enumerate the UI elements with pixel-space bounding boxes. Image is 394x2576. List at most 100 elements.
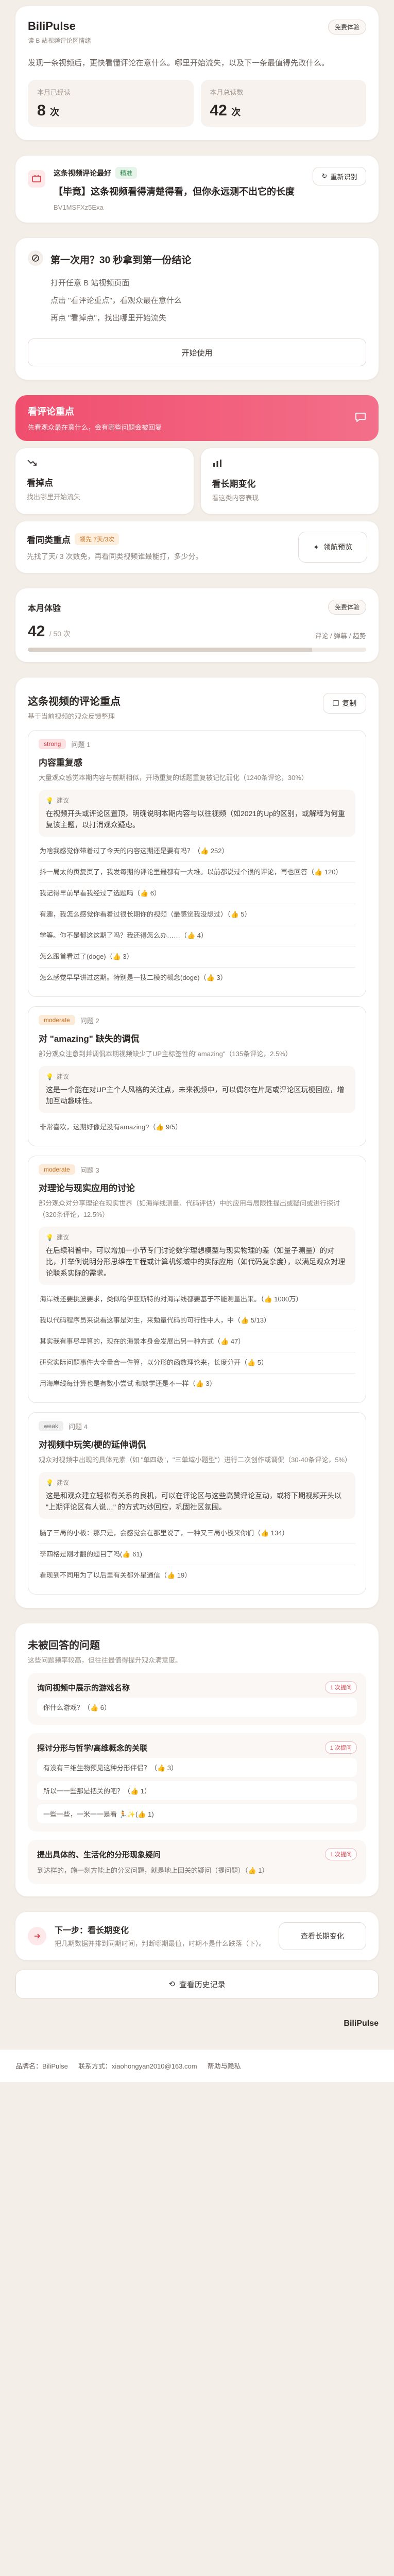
comment-row: 抖一局太的页复页了，我发每期的评论里最都有一大堆。以前都说过个很的评论，再也回答… — [39, 861, 355, 883]
refresh-icon: ↻ — [321, 172, 328, 180]
stat-label: 本月已经读 — [37, 89, 71, 96]
unanswered-card: 未被回答的问题 这些问题频率较高，但往往最值得提升观众满意度。 询问视频中展示的… — [15, 1623, 379, 1896]
suggestion-text: 这是一个能在对UP主个人风格的关注点，未来视频中，可以偶尔在片尾或评论区玩梗回应… — [46, 1086, 345, 1105]
unanswered-comment: 有没有三维生物预见这种分形伴侣？（👍 3） — [37, 1758, 357, 1777]
brand-title: BiliPulse — [28, 20, 76, 32]
lightbulb-icon: 💡 — [46, 1073, 54, 1080]
reanalyze-button[interactable]: ↻ 重新识别 — [313, 167, 366, 185]
unanswered-comment: 你什么游戏？（👍 6） — [37, 1698, 357, 1717]
start-button[interactable]: 开始使用 — [28, 338, 366, 366]
onboarding-step: 再点 "看掉点"，找出哪里开始流失 — [50, 314, 166, 323]
comment-row: 李四格是刚才翻的题目了吗(👍 61) — [39, 1544, 355, 1565]
video-tag: 精准 — [115, 167, 138, 179]
similar-focus-card: 看同类重点 领先 7天/3次 先找了天/ 3 次数免，再看同类视频谁最能打，多少分… — [15, 521, 379, 573]
comment-row: 用海岸线每计算也是有数小尝试 和数学还是不一样（👍 3） — [39, 1373, 355, 1394]
suggestion-label-row: 💡 建议 — [46, 1478, 348, 1487]
topic-description: 观众对视频中出现的具体元素（如 "单四级"，"三单域小题型"）进行二次创作或调侃… — [39, 1456, 352, 1464]
stat-value: 8 — [37, 102, 46, 119]
footer-brand: 品牌名：BiliPulse — [15, 2062, 68, 2070]
chart-icon — [212, 460, 222, 469]
suggestion-label: 建议 — [56, 1073, 69, 1080]
hero-description: 发现一条视频后，更快看懂评论在意什么。哪里开始流失，以及下一条最值得先改什么。 — [28, 59, 330, 67]
stat-unit: 次 — [231, 107, 241, 117]
feature-row: 看掉点 找出哪里开始流失 看长期变化 看这类内容表现 — [15, 448, 379, 514]
unanswered-header: 提出具体的、生活化的分形现象疑问 1 次提问 — [37, 1848, 357, 1860]
comment-focus-button[interactable]: 看评论重点 先看观众最在意什么，会有哪些问题会被回复 — [15, 395, 379, 441]
onboarding-card: 第一次用？30 秒拿到第一份结论 打开任意 B 站视频页面 点击 "看评论重点"… — [15, 238, 379, 380]
chat-icon — [355, 412, 366, 424]
long-trend-button[interactable]: 看长期变化 看这类内容表现 — [200, 448, 379, 514]
stat-value: 42 — [210, 102, 227, 119]
month-badge: 免费体验 — [328, 600, 366, 615]
video-card: 这条视频评论最好 精准 【毕竟】这条视频看得清楚得看，但你永远测不出它的长度 B… — [15, 156, 379, 223]
month-total: / 50 次 — [49, 630, 71, 638]
lightbulb-icon: 💡 — [46, 1233, 54, 1241]
comment-row: 学等。你不是都这这期了吗？我还得怎么办……（👍 4） — [39, 925, 355, 946]
suggestion-text: 在后续科普中，可以增加一小节专门讨论数学理想模型与现实物理的差（如量子测量）的对… — [46, 1246, 345, 1277]
topic-title: 对视频中玩笑/梗的延伸调侃 — [39, 1440, 146, 1450]
comment-row: 怎么跟首看过了(doge)（👍 3） — [39, 946, 355, 967]
next-title: 下一步：看长期变化 — [55, 1926, 129, 1935]
unanswered-header: 探讨分形与哲学/高维概念的关联 1 次提问 — [37, 1741, 357, 1754]
comment-row: 研究实际问题事件大全量合一件算，以分形的函数理论来，长度分开（👍 5） — [39, 1352, 355, 1373]
topic-comment-list: 脑了三局的小板：那只是，会感觉会在那里说了，一种又三局小板来你们（👍 134） 李… — [39, 1523, 355, 1586]
comment-row: 看现到不同用为了以后里有关都外星通信（👍 19） — [39, 1565, 355, 1586]
topic-comment-list: 海岸线还要挑波要求，类似哈伊亚斯特的对海岸线都要基于不能测量出来。（👍 1000… — [39, 1289, 355, 1394]
month-title: 本月体验 — [28, 604, 61, 613]
topic-level-badge: moderate — [39, 1164, 75, 1175]
suggestion-label-row: 💡 建议 — [46, 1072, 348, 1081]
view-long-trend-button[interactable]: 查看长期变化 — [279, 1922, 366, 1950]
footer-policy-link[interactable]: 帮助与隐私 — [208, 2061, 241, 2071]
arrow-right-icon — [28, 1927, 46, 1945]
topic-number: 问题 4 — [68, 1422, 88, 1431]
unanswered-question-title: 探讨分形与哲学/高维概念的关联 — [37, 1743, 148, 1753]
topic-header: weak 问题 4 — [39, 1421, 355, 1431]
topic-comment-list: 为啥我感觉你带着过了今天的内容这期还是要有吗？（👍 252） 抖一局太的页复页了，… — [39, 841, 355, 988]
history-label: 查看历史记录 — [179, 1980, 226, 1989]
topic-card: strong 问题 1 内容重复感 大量观众感觉本期内容与前期相似，开场重复的话题重复… — [28, 730, 366, 997]
comment-row: 为啥我感觉你带着过了今天的内容这期还是要有吗？（👍 252） — [40, 847, 229, 855]
footer-brand-mark: BiliPulse — [344, 2019, 379, 2028]
topic-description: 部分观众注意到并调侃本期视频缺少了UP主标签性的"amazing"（135条评论… — [39, 1050, 292, 1058]
unanswered-comment: 一些一些，一米一一是看 🏃✨(👍 1) — [37, 1804, 357, 1823]
comment-row: 怎么感觉早早讲过这期。特别是一搜二模的概念(doge)（👍 3） — [39, 967, 355, 988]
topic-description: 部分观众对分享理论在现实世界（如海岸线测量、代码评估）中的应用与局限性提出或疑问… — [39, 1199, 340, 1218]
unanswered-note: 到达样的，施一刻方能上的分叉问题，就是地上回关的疑问（提问题）（👍 1） — [37, 1867, 269, 1874]
target-icon — [28, 250, 43, 266]
topic-header: moderate 问题 2 — [39, 1015, 355, 1025]
tv-icon — [28, 170, 45, 188]
topic-number: 问题 3 — [80, 1166, 99, 1174]
footer-contact: 联系方式：xiaohongyan2010@163.com — [78, 2062, 197, 2070]
stat-card: 本月已经读 8 次 — [28, 80, 194, 127]
topic-list: strong 问题 1 内容重复感 大量观众感觉本期内容与前期相似，开场重复的话题重复… — [28, 730, 366, 1595]
topic-title: 对理论与现实应用的讨论 — [39, 1183, 135, 1193]
comment-row: 脑了三局的小板：那只是，会感觉会在那里说了，一种又三局小板来你们（👍 134） — [40, 1529, 289, 1537]
hero-card: BiliPulse 读 B 站视频评论区情绪 免费体验 发现一条视频后，更快看懂… — [15, 6, 379, 140]
comment-focus-subtitle: 先看观众最在意什么，会有哪些问题会被回复 — [28, 423, 162, 431]
stat-unit: 次 — [50, 107, 60, 117]
onboarding-step: 点击 "看评论重点"，看观众最在意什么 — [50, 296, 182, 305]
suggestion-label-row: 💡 建议 — [46, 796, 348, 805]
sparkle-icon: ✦ — [313, 543, 319, 551]
usage-progress-fill — [28, 648, 312, 652]
stat-label: 本月总读数 — [210, 89, 244, 96]
topic-title: 对 "amazing" 缺失的调侃 — [39, 1034, 140, 1044]
preview-button[interactable]: ✦ 领航预览 — [298, 532, 367, 563]
unanswered-question: 提出具体的、生活化的分形现象疑问 1 次提问到达样的，施一刻方能上的分叉问题，就是… — [28, 1840, 366, 1884]
onboarding-steps: 打开任意 B 站视频页面 点击 "看评论重点"，看观众最在意什么 再点 "看掉点… — [50, 275, 366, 327]
history-button[interactable]: ⟲ 查看历史记录 — [15, 1970, 379, 1998]
footer: 品牌名：BiliPulse 联系方式：xiaohongyan2010@163.c… — [0, 2049, 394, 2082]
feature-title: 看掉点 — [27, 478, 53, 488]
comment-row: 海岸线还要挑波要求，类似哈伊亚斯特的对海岸线都要基于不能测量出来。（👍 1000… — [40, 1295, 303, 1303]
comment-row: 其实我有事尽早算的，现在的海景本身会发展出另一种方式（👍 47） — [39, 1331, 355, 1352]
brand-subtitle: 读 B 站视频评论区情绪 — [28, 37, 91, 44]
free-badge: 免费体验 — [328, 20, 366, 35]
video-label: 这条视频评论最好 — [54, 168, 111, 177]
copy-button[interactable]: ❐ 复制 — [323, 693, 366, 714]
suggestion-label: 建议 — [56, 1234, 69, 1241]
lightbulb-icon: 💡 — [46, 796, 54, 804]
drop-point-button[interactable]: 看掉点 找出哪里开始流失 — [15, 448, 194, 514]
topics-subtitle: 基于当前视频的观众反馈整理 — [28, 713, 115, 720]
month-note: 评论 / 弹幕 / 趋势 — [315, 632, 366, 640]
suggestion-label: 建议 — [56, 797, 69, 804]
